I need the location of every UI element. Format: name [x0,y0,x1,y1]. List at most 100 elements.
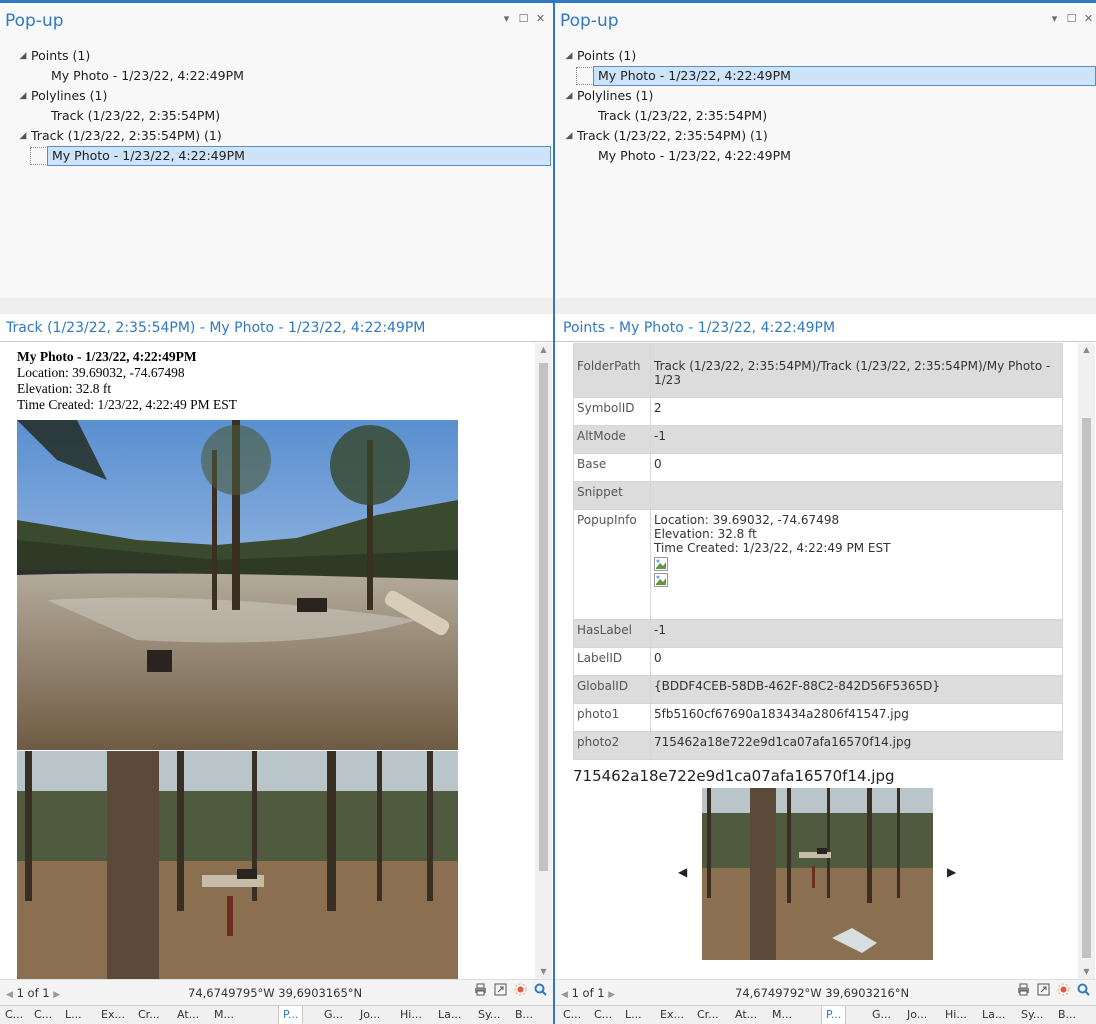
collapse-arrow-icon[interactable]: ◢ [563,86,575,106]
attr-row: AltMode -1 [573,425,1063,454]
dock-tab-active[interactable]: P... [821,1006,847,1024]
tree-node-points[interactable]: ◢ Points (1) [0,46,553,66]
dock-tab-active[interactable]: P... [278,1006,304,1024]
dock-tab[interactable]: La... [982,1006,1005,1024]
export-icon[interactable] [1037,983,1050,996]
collapse-arrow-icon[interactable]: ◢ [17,86,29,106]
collapse-arrow-icon[interactable]: ◢ [17,46,29,66]
dock-tab[interactable]: La... [438,1006,461,1024]
window-controls: ▾ ☐ ✕ [501,12,546,25]
dock-tab[interactable]: M... [214,1006,234,1024]
splitter[interactable] [555,298,1096,314]
attr-row: Snippet [573,481,1063,510]
tree-node-track[interactable]: ◢ Track (1/23/22, 2:35:54PM) (1) [0,126,553,146]
dock-tab[interactable]: B... [515,1006,533,1024]
dropdown-icon[interactable]: ▾ [1049,12,1060,25]
dock-tab[interactable]: C... [594,1006,612,1024]
close-icon[interactable]: ✕ [535,12,546,25]
scroll-down-icon[interactable]: ▼ [1078,965,1095,979]
popup-feature-title: Track (1/23/22, 2:35:54PM) - My Photo - … [0,314,553,342]
dock-tab[interactable]: Jo... [360,1006,380,1024]
dock-tab[interactable]: L... [625,1006,642,1024]
dock-tab[interactable]: At... [177,1006,199,1024]
pane-titlebar: Pop-up ▾ ☐ ✕ [0,3,553,36]
photo-2-image [17,751,458,979]
dock-tab[interactable]: C... [5,1006,23,1024]
media-photo [702,788,933,960]
dock-tab[interactable]: C... [34,1006,52,1024]
print-icon[interactable] [1017,983,1030,996]
dock-tab[interactable]: Cr... [697,1006,719,1024]
tree-item[interactable]: Track (1/23/22, 2:35:54PM) [0,106,553,126]
dock-tab[interactable]: Sy... [1021,1006,1043,1024]
dock-tab[interactable]: Sy... [478,1006,500,1024]
tree-node-polylines[interactable]: ◢ Polylines (1) [0,86,553,106]
dock-tab[interactable]: M... [772,1006,792,1024]
zoom-to-icon[interactable] [1077,983,1090,996]
maximize-icon[interactable]: ☐ [518,12,529,25]
dock-tab[interactable]: Cr... [138,1006,160,1024]
vertical-scrollbar[interactable]: ▲ ▼ [1078,343,1095,979]
tree-item[interactable]: My Photo - 1/23/22, 4:22:49PM [555,146,1096,166]
scroll-up-icon[interactable]: ▲ [1078,343,1095,357]
next-icon[interactable]: ▶ [53,990,60,1000]
flash-icon[interactable] [514,983,527,996]
flash-icon[interactable] [1057,983,1070,996]
prev-icon[interactable]: ◀ [561,990,568,1000]
tree-item[interactable]: My Photo - 1/23/22, 4:22:49PM [0,66,553,86]
collapse-arrow-icon[interactable]: ◢ [563,46,575,66]
popup-pane-left: Pop-up ▾ ☐ ✕ ◢ Points (1) My Photo - 1/23… [0,0,553,1024]
status-bar: ◀ 1 of 1 ▶ 74,6749792°W 39,6903216°N [555,979,1096,1005]
media-caption: 715462a18e722e9d1ca07afa16570f14.jpg [573,767,895,785]
dock-tab[interactable]: Hi... [400,1006,422,1024]
scroll-thumb[interactable] [1082,418,1091,958]
vertical-scrollbar[interactable]: ▲ ▼ [535,343,552,979]
popup-elevation: Elevation: 32.8 ft [17,381,112,396]
media-prev-icon[interactable]: ◀ [678,865,687,879]
popup-pane-right: Pop-up ▾ ☐ ✕ ◢ Points (1) My Photo - 1/23… [555,0,1096,1024]
dock-tab[interactable]: G... [324,1006,343,1024]
tree-node-points[interactable]: ◢ Points (1) [555,46,1096,66]
status-bar: ◀ 1 of 1 ▶ 74,6749795°W 39,6903165°N [0,979,553,1005]
coordinate-readout: 74,6749792°W 39,6903216°N [735,986,910,1000]
collapse-arrow-icon[interactable]: ◢ [17,126,29,146]
export-icon[interactable] [494,983,507,996]
zoom-to-icon[interactable] [534,983,547,996]
attr-row: photo2 715462a18e722e9d1ca07afa16570f14.j… [573,731,1063,760]
dock-tab[interactable]: B... [1058,1006,1076,1024]
dock-tab[interactable]: Ex... [101,1006,125,1024]
tree-item-selected[interactable]: My Photo - 1/23/22, 4:22:49PM [555,66,1096,86]
tree-item-selected[interactable]: My Photo - 1/23/22, 4:22:49PM [0,146,553,166]
splitter[interactable] [0,298,553,314]
dock-tab[interactable]: At... [735,1006,757,1024]
photo-1-image [17,420,458,750]
collapse-arrow-icon[interactable]: ◢ [563,126,575,146]
next-icon[interactable]: ▶ [608,990,615,1000]
attribute-table: FolderPath Track (1/23/22, 2:35:54PM)/Tr… [573,343,1063,760]
dock-tab[interactable]: L... [65,1006,82,1024]
dropdown-icon[interactable]: ▾ [501,12,512,25]
scroll-thumb[interactable] [539,363,548,871]
tree-item[interactable]: Track (1/23/22, 2:35:54PM) [555,106,1096,126]
close-icon[interactable]: ✕ [1083,12,1094,25]
dock-tab[interactable]: Hi... [945,1006,967,1024]
tree-node-track[interactable]: ◢ Track (1/23/22, 2:35:54PM) (1) [555,126,1096,146]
pane-title: Pop-up [5,11,64,31]
dock-tab[interactable]: Ex... [660,1006,684,1024]
broken-image-icon [654,557,668,571]
print-icon[interactable] [474,983,487,996]
scroll-down-icon[interactable]: ▼ [535,965,552,979]
attr-row: HasLabel -1 [573,619,1063,648]
tree-node-polylines[interactable]: ◢ Polylines (1) [555,86,1096,106]
dock-tab[interactable]: C... [563,1006,581,1024]
popup-content: FolderPath Track (1/23/22, 2:35:54PM)/Tr… [555,343,1096,979]
maximize-icon[interactable]: ☐ [1066,12,1077,25]
dock-tab[interactable]: G... [872,1006,891,1024]
feature-tree: ◢ Points (1) My Photo - 1/23/22, 4:22:49P… [0,36,553,298]
attr-row: GlobalID {BDDF4CEB-58DB-462F-88C2-842D56F… [573,675,1063,704]
dock-tab[interactable]: Jo... [907,1006,927,1024]
prev-icon[interactable]: ◀ [6,990,13,1000]
media-next-icon[interactable]: ▶ [947,865,956,879]
scroll-up-icon[interactable]: ▲ [535,343,552,357]
pager: ◀ 1 of 1 ▶ [6,986,61,1000]
